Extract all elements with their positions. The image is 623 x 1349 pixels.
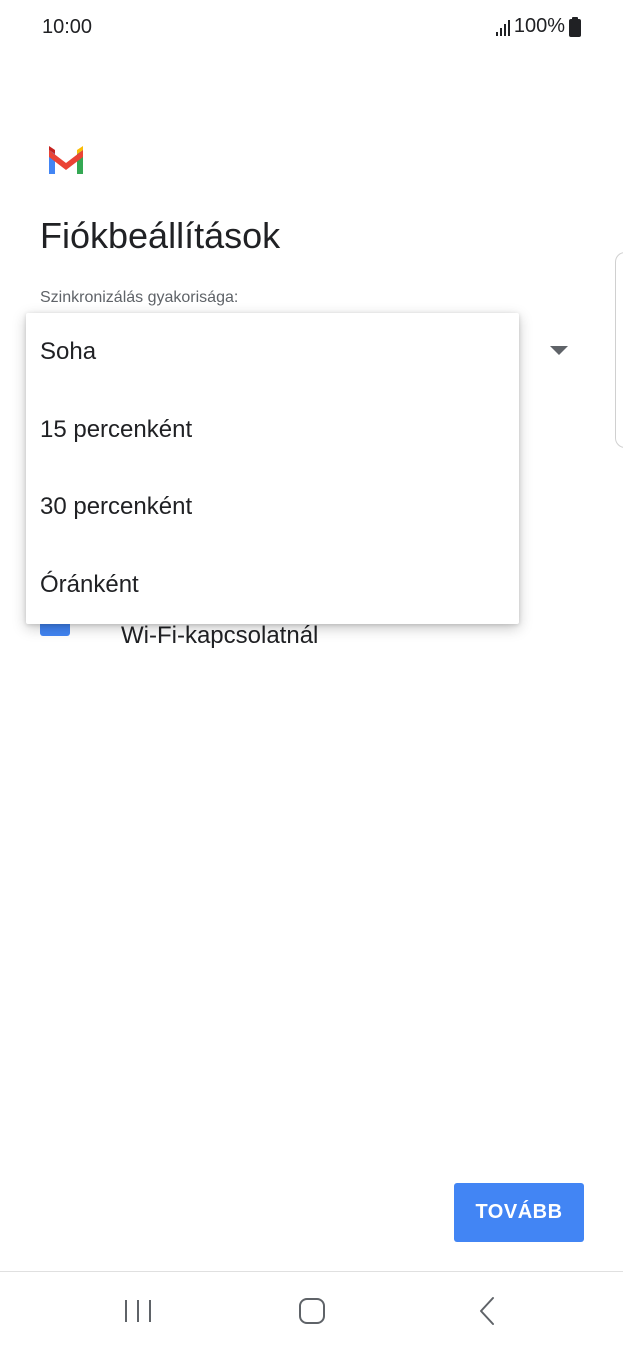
sync-option-never[interactable]: Soha [26, 313, 519, 391]
signal-bars-icon [495, 18, 510, 36]
next-button[interactable]: TOVÁBB [454, 1183, 584, 1242]
dropdown-arrow-icon[interactable] [550, 346, 568, 355]
gmail-logo-icon [49, 146, 83, 174]
battery-percentage: 100% [513, 15, 565, 37]
home-icon[interactable] [299, 1298, 325, 1324]
back-icon[interactable] [478, 1296, 496, 1326]
sync-frequency-dropdown: Soha 15 percenként 30 percenként Óránkén… [26, 313, 519, 624]
status-indicators: 100% [495, 15, 581, 38]
page-title: Fiókbeállítások [40, 215, 281, 256]
status-bar: 10:00 100% [0, 0, 623, 56]
wifi-only-label: Wi-Fi-kapcsolatnál [121, 622, 319, 649]
sync-frequency-label: Szinkronizálás gyakorisága: [40, 289, 239, 306]
sync-option-15-min[interactable]: 15 percenként [26, 391, 519, 469]
navigation-bar [0, 1272, 623, 1349]
recent-apps-icon[interactable] [125, 1300, 151, 1322]
sync-option-hourly[interactable]: Óránként [26, 546, 519, 624]
battery-full-icon [569, 16, 581, 37]
status-time: 10:00 [42, 16, 93, 38]
scroll-edge-indicator [615, 252, 623, 448]
sync-option-30-min[interactable]: 30 percenként [26, 468, 519, 546]
